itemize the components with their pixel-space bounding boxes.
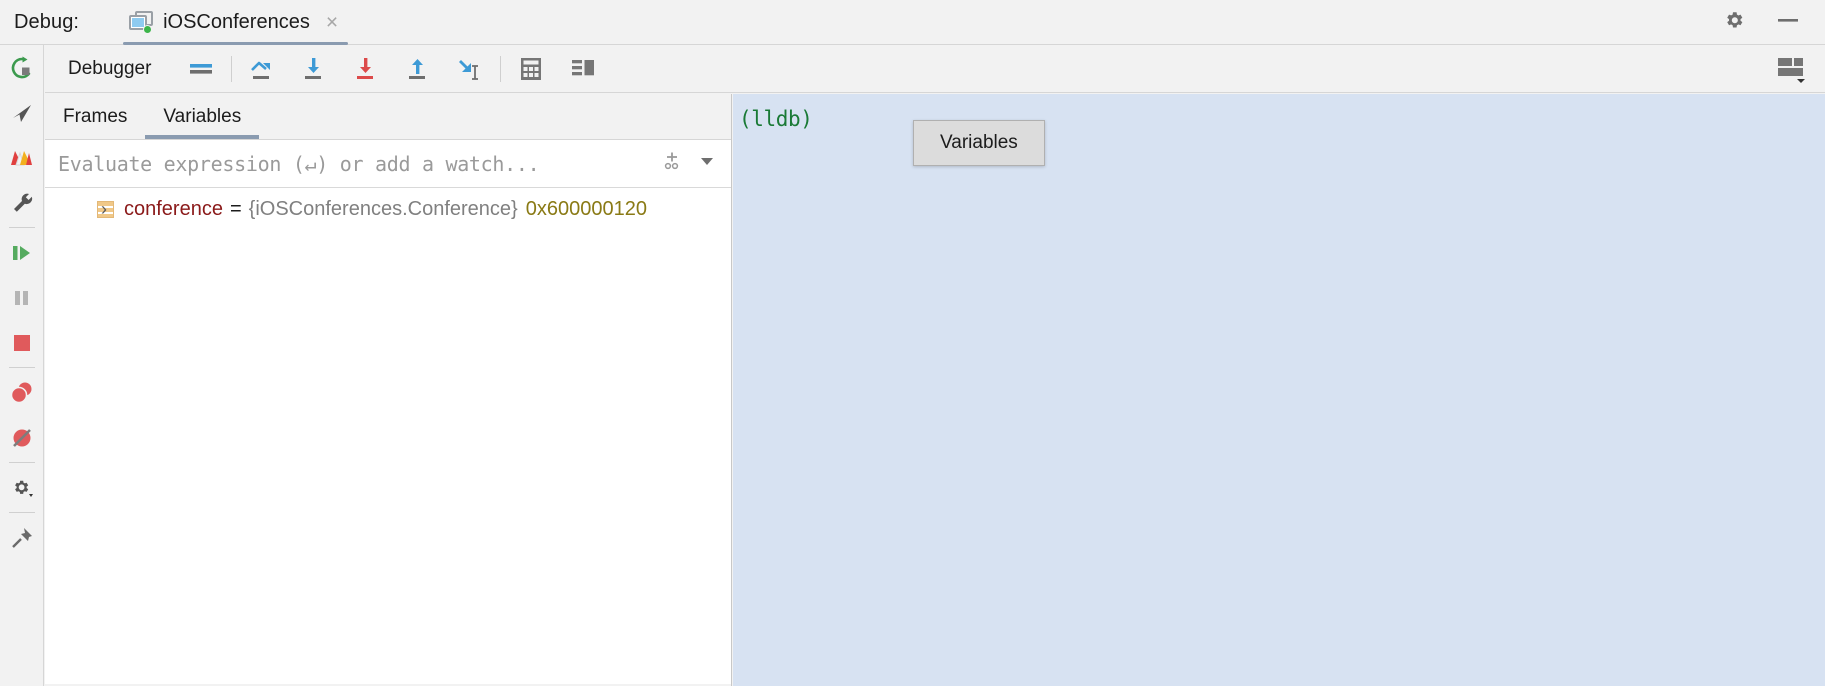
variables-panel: Frames Variables Evaluate expression (↵)…	[45, 94, 732, 686]
debugger-toolbar: Debugger	[45, 45, 1825, 93]
mute-breakpoints-icon[interactable]	[0, 415, 44, 460]
toolbar-divider-2	[500, 55, 502, 82]
show-execution-point-icon[interactable]	[175, 46, 227, 92]
tab-frames[interactable]: Frames	[45, 94, 145, 139]
rail-divider-2	[8, 367, 35, 368]
variables-tree[interactable]: › conference = {iOSConferences.Conferenc…	[45, 188, 731, 684]
stop-icon[interactable]	[0, 320, 44, 365]
layout-settings-icon[interactable]	[557, 46, 609, 92]
app-window-icon	[129, 11, 154, 34]
force-step-into-icon[interactable]	[340, 46, 392, 92]
toolbar-group-eval	[505, 46, 609, 92]
add-watch-icon[interactable]	[663, 150, 685, 177]
chevron-down-icon[interactable]	[697, 151, 717, 176]
variable-equals: =	[229, 197, 242, 220]
step-out-icon[interactable]	[392, 46, 444, 92]
pin-icon[interactable]	[0, 515, 44, 560]
rail-divider	[8, 227, 35, 228]
evaluate-expression-row[interactable]: Evaluate expression (↵) or add a watch..…	[45, 140, 731, 188]
title-bar-actions	[1723, 9, 1825, 36]
settings-gear-icon[interactable]	[0, 465, 44, 510]
resume-icon[interactable]	[0, 230, 44, 275]
variables-tooltip: Variables	[913, 120, 1045, 166]
lldb-console[interactable]: (lldb) Variables	[733, 94, 1825, 686]
rerun-icon[interactable]	[0, 45, 44, 90]
session-tab-iosconferences[interactable]: iOSConferences ×	[119, 0, 352, 45]
rail-divider-4	[8, 512, 35, 513]
close-icon[interactable]: ×	[326, 12, 338, 33]
step-into-icon[interactable]	[288, 46, 340, 92]
gear-icon[interactable]	[1723, 9, 1745, 36]
session-tab-label: iOSConferences	[163, 10, 310, 33]
evaluate-expression-icon[interactable]	[505, 46, 557, 92]
variables-tooltip-label: Variables	[940, 132, 1018, 153]
rail-divider-3	[8, 462, 35, 463]
toolbar-group-1	[175, 46, 227, 92]
expander-icon[interactable]: ›	[101, 199, 107, 220]
variable-name: conference	[124, 197, 223, 220]
evaluate-expression-input[interactable]: Evaluate expression (↵) or add a watch..…	[58, 152, 540, 176]
tab-variables[interactable]: Variables	[145, 94, 260, 139]
run-to-cursor-icon[interactable]	[444, 46, 496, 92]
debug-label: Debug:	[14, 10, 80, 33]
debugger-title: Debugger	[68, 57, 152, 79]
variable-type: {iOSConferences.Conference}	[248, 197, 518, 220]
toolbar-divider-1	[231, 55, 233, 82]
variable-row-conference[interactable]: › conference = {iOSConferences.Conferenc…	[45, 194, 731, 224]
lldb-prompt: (lldb)	[739, 107, 813, 131]
layout-toggle-icon[interactable]	[1765, 46, 1817, 92]
debug-actions-rail	[0, 45, 44, 686]
toolbar-group-step	[236, 46, 496, 92]
variable-address: 0x600000120	[525, 197, 647, 220]
minimize-icon[interactable]	[1775, 9, 1801, 36]
debug-tool-window: Debug: iOSConferences × Debugger Frames …	[0, 0, 1825, 686]
layers-icon[interactable]	[0, 135, 44, 180]
pause-icon[interactable]	[0, 275, 44, 320]
breakpoints-icon[interactable]	[0, 370, 44, 415]
step-over-icon[interactable]	[236, 46, 288, 92]
title-bar: Debug: iOSConferences ×	[0, 0, 1825, 45]
cursor-arrow-icon[interactable]	[0, 90, 44, 135]
panel-tabs: Frames Variables	[45, 94, 731, 140]
wrench-icon[interactable]	[0, 180, 44, 225]
evaluate-actions	[663, 150, 731, 177]
toolbar-right-actions	[1765, 46, 1825, 92]
